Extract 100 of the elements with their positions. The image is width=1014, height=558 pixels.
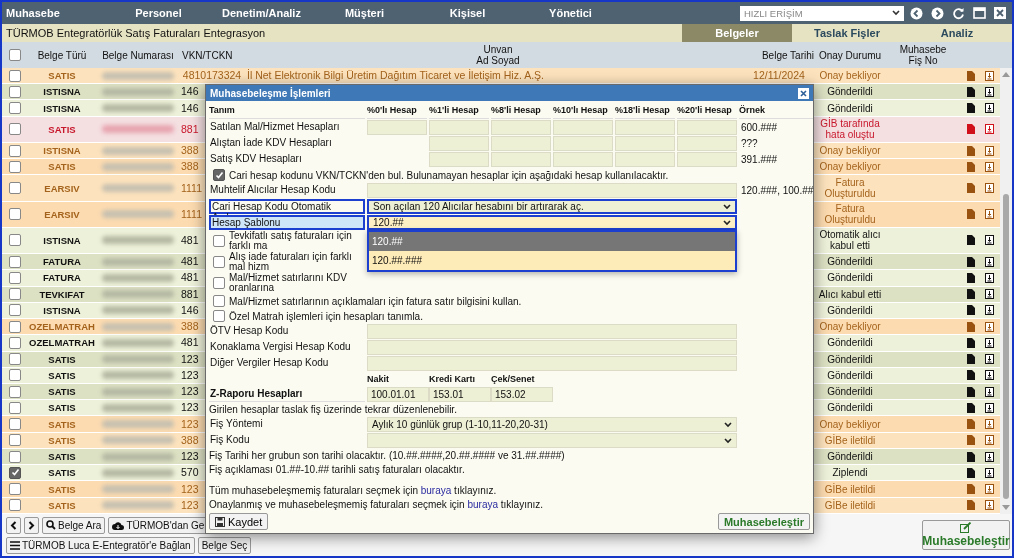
pdf-icon[interactable] (984, 103, 994, 114)
input-field[interactable]: 100.01.01 (367, 387, 429, 402)
dropdown-option[interactable]: 120.##.### (369, 251, 735, 270)
checkbox[interactable] (9, 102, 21, 115)
checkbox[interactable] (213, 235, 225, 247)
document-icon[interactable] (966, 235, 975, 246)
link[interactable]: buraya (467, 499, 498, 510)
input-field[interactable] (615, 136, 675, 151)
document-icon[interactable] (966, 386, 975, 397)
input-field[interactable] (367, 340, 737, 355)
pdf-icon[interactable] (984, 235, 994, 246)
checkbox[interactable] (9, 499, 21, 512)
input-field[interactable] (367, 324, 737, 339)
back-icon[interactable] (910, 6, 923, 20)
close-icon[interactable] (798, 87, 809, 99)
toolbar-button[interactable]: TÜRMOB Luca E-Entegratör'e Bağlan (6, 536, 195, 554)
toolbar-button[interactable] (6, 516, 21, 534)
document-icon[interactable] (966, 467, 975, 478)
menu-item[interactable]: Denetim/Analiz (208, 7, 311, 19)
checkbox[interactable] (9, 320, 21, 333)
checkbox[interactable] (9, 234, 21, 247)
input-field[interactable] (553, 152, 613, 167)
pdf-icon[interactable] (984, 86, 994, 97)
link[interactable]: buraya (420, 485, 452, 496)
checkbox[interactable] (9, 255, 21, 268)
input-field[interactable] (553, 136, 613, 151)
checkbox[interactable] (9, 144, 21, 157)
pdf-icon[interactable] (984, 467, 994, 478)
input-field[interactable] (429, 152, 489, 167)
pdf-icon[interactable] (984, 386, 994, 397)
tab[interactable]: Taslak Fişler (792, 24, 902, 42)
save-button[interactable]: Kaydet (209, 513, 269, 530)
document-icon[interactable] (966, 354, 975, 365)
pdf-icon[interactable] (984, 370, 994, 381)
checkbox[interactable] (9, 401, 21, 414)
checkbox[interactable] (9, 182, 21, 194)
refresh-icon[interactable] (952, 6, 965, 20)
scroll-down-icon[interactable] (1002, 505, 1010, 511)
pdf-icon[interactable] (984, 354, 994, 365)
checkbox[interactable] (9, 123, 21, 136)
document-icon[interactable] (966, 86, 975, 97)
quick-access-select[interactable]: HIZLI ERİŞİM (740, 5, 904, 21)
checkbox[interactable] (9, 160, 21, 173)
checkbox[interactable] (9, 85, 21, 98)
input-field[interactable] (367, 120, 427, 135)
checkbox[interactable] (9, 353, 21, 366)
checkbox[interactable] (9, 336, 21, 349)
input-field[interactable] (677, 136, 737, 151)
document-icon[interactable] (966, 337, 975, 348)
select-field[interactable] (367, 433, 737, 448)
input-field[interactable] (615, 152, 675, 167)
submit-button[interactable]: Muhasebeleştir (717, 513, 810, 530)
checkbox[interactable] (9, 271, 21, 284)
input-field[interactable] (615, 120, 675, 135)
checkbox[interactable] (9, 385, 21, 398)
document-icon[interactable] (966, 305, 975, 316)
pdf-icon[interactable] (984, 305, 994, 316)
checkbox[interactable] (213, 256, 225, 268)
tab[interactable]: Analiz (902, 24, 1012, 42)
input-field[interactable] (491, 120, 551, 135)
input-field[interactable] (429, 120, 489, 135)
submit-button[interactable]: Muhasebeleştir (922, 520, 1010, 550)
input-field[interactable] (491, 152, 551, 167)
pdf-icon[interactable] (984, 402, 994, 413)
input-field[interactable] (553, 120, 613, 135)
scroll-up-icon[interactable] (1002, 71, 1010, 77)
checkbox[interactable] (213, 310, 225, 322)
checkbox[interactable] (9, 434, 21, 447)
tab[interactable]: Belgeler (682, 24, 792, 42)
toolbar-button[interactable]: Belge Ara (42, 516, 106, 534)
document-icon[interactable] (966, 272, 975, 283)
checkbox[interactable] (9, 69, 21, 82)
checkbox[interactable] (9, 49, 21, 61)
close-icon[interactable] (994, 7, 1006, 19)
checkbox[interactable] (213, 295, 225, 307)
menu-item[interactable]: Kişisel (414, 7, 517, 19)
toolbar-button[interactable]: Belge Seç (197, 536, 252, 554)
pdf-icon[interactable] (984, 289, 994, 300)
document-icon[interactable] (966, 370, 975, 381)
input-field[interactable] (491, 136, 551, 151)
toolbar-button[interactable] (24, 516, 39, 534)
input-field[interactable]: 153.02 (491, 387, 553, 402)
scrollbar-thumb[interactable] (1003, 193, 1009, 499)
checkbox[interactable] (9, 288, 21, 301)
pdf-icon[interactable] (984, 272, 994, 283)
pdf-icon[interactable] (984, 337, 994, 348)
input-field[interactable] (429, 136, 489, 151)
checkbox[interactable] (213, 277, 225, 289)
checkbox[interactable] (9, 369, 21, 382)
input-field[interactable] (677, 120, 737, 135)
dropdown-option[interactable]: 120.## (369, 232, 735, 251)
checkbox[interactable] (9, 483, 21, 495)
checkbox[interactable] (9, 208, 21, 221)
pdf-icon[interactable] (984, 451, 994, 462)
checkbox[interactable] (9, 304, 21, 317)
input-field[interactable] (677, 152, 737, 167)
select-field[interactable]: Son açılan 120 Alıcılar hesabını bir artırarak aç. (367, 199, 737, 214)
document-icon[interactable] (966, 451, 975, 462)
select-field[interactable]: Aylık 10 günlük grup (1-10,11-20,20-31) (367, 417, 737, 432)
checkbox[interactable] (9, 418, 21, 431)
